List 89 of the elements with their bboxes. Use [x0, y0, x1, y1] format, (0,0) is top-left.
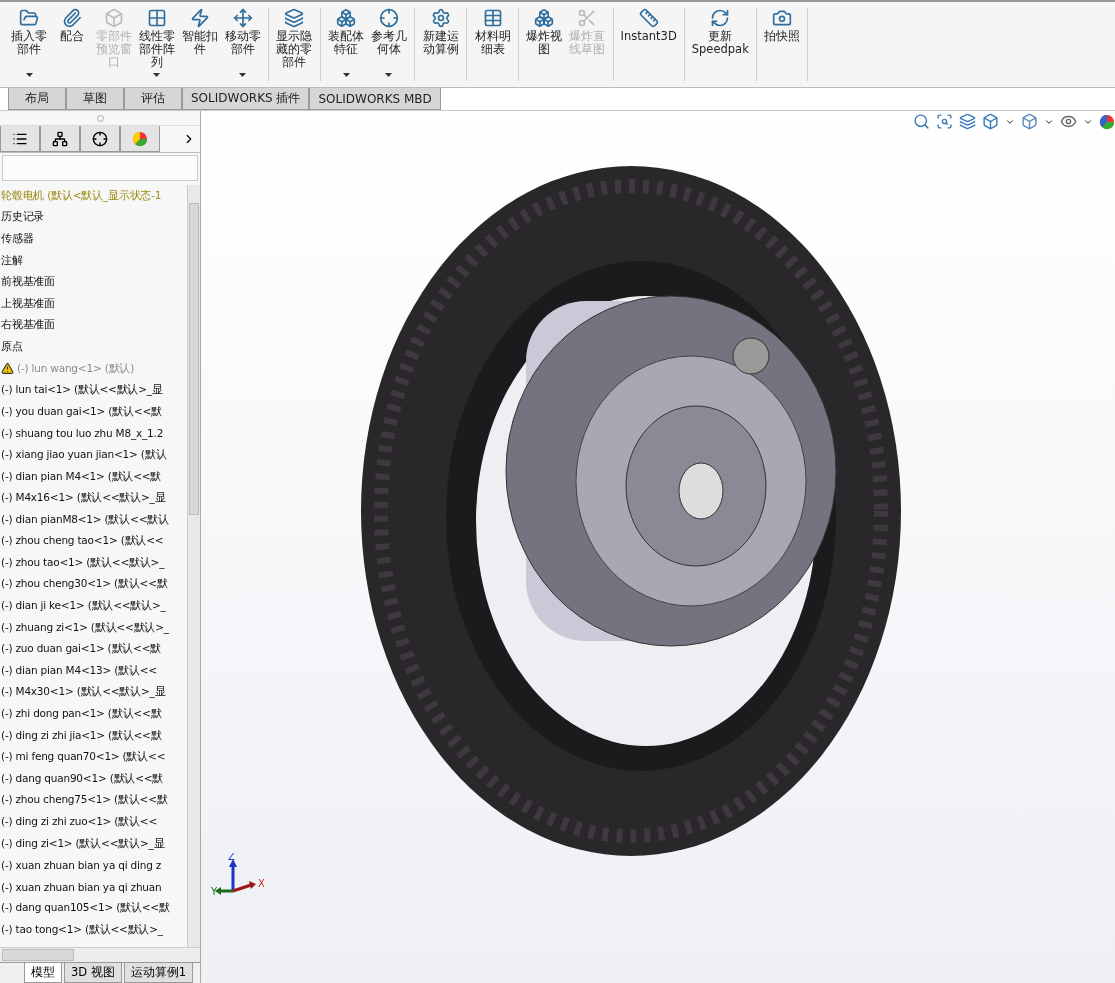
axis-triad: Z Y X [211, 853, 271, 903]
command-tab[interactable]: SOLIDWORKS 插件 [182, 88, 310, 110]
bolt-icon [189, 8, 210, 28]
refresh-icon [710, 8, 731, 28]
tree-item[interactable]: (-) zhou cheng tao<1> (默认<< [0, 530, 187, 553]
tree-item[interactable]: (-) M4x16<1> (默认<<默认>_显 [0, 487, 187, 509]
toolbar-button[interactable]: 显示隐藏的零部件 [274, 8, 315, 81]
toolbar-button[interactable]: 更新Speedpak [689, 8, 751, 81]
tree-item[interactable]: 右视基准面 [0, 314, 187, 337]
toolbar-button[interactable]: 配合 [51, 8, 92, 81]
tree-item[interactable]: (-) zhuang zi<1> (默认<<默认>_ [0, 616, 187, 639]
layers-icon [284, 8, 305, 28]
grid-icon [147, 8, 167, 28]
ruler-icon [638, 8, 659, 28]
tree-item[interactable]: (-) ding zi zhi zuo<1> (默认<< [0, 811, 187, 833]
tree-item[interactable]: (-) zhou cheng75<1> (默认<<默 [0, 789, 187, 812]
tree-item[interactable]: 传感器 [0, 228, 187, 250]
tree-item[interactable]: (-) shuang tou luo zhu M8_x_1.2 [0, 422, 187, 445]
command-tab[interactable]: 草图 [66, 88, 124, 110]
tree-icon [52, 130, 68, 147]
tree-item[interactable]: 注解 [0, 249, 187, 272]
warning-icon [1, 362, 14, 376]
layers-icon[interactable] [959, 113, 976, 130]
scrollbar[interactable] [0, 947, 200, 962]
toolbar-button[interactable]: 线性零部件阵列 [136, 8, 178, 81]
box-icon [104, 8, 125, 28]
tree-item[interactable]: (-) xuan zhuan bian ya qi zhuan [0, 876, 187, 898]
tree-item[interactable]: (-) xiang jiao yuan jian<1> (默认 [0, 444, 187, 466]
tree-item[interactable]: (-) dang quan105<1> (默认<<默 [0, 897, 187, 920]
tree-item[interactable]: (-) you duan gai<1> (默认<<默 [0, 400, 187, 423]
filter-field[interactable] [2, 155, 198, 181]
crosshair-icon [378, 8, 399, 28]
toolbar-button[interactable]: 拍快照 [761, 8, 802, 81]
bottom-tab[interactable]: 运动算例1 [123, 963, 194, 983]
panel-tab[interactable] [80, 126, 120, 152]
tree-item[interactable]: (-) zhou tao<1> (默认<<默认>_ [0, 552, 187, 574]
eye-icon[interactable] [1060, 113, 1077, 130]
zoom-area-icon[interactable] [936, 113, 953, 130]
tree-item[interactable]: 前视基准面 [0, 271, 187, 293]
tree-item[interactable]: 原点 [0, 336, 187, 358]
toolbar-button[interactable]: 插入零部件 [9, 8, 50, 81]
boxes-icon [336, 8, 357, 28]
command-tab[interactable]: 评估 [124, 88, 182, 110]
toolbar-button[interactable]: 新建运动算例 [420, 8, 462, 81]
panel-tab[interactable] [0, 126, 40, 152]
tree-item[interactable]: (-) zuo duan gai<1> (默认<<默 [0, 638, 187, 661]
tree-item[interactable]: 上视基准面 [0, 292, 187, 315]
crosshair-icon [92, 130, 108, 147]
color-wheel-icon[interactable] [1099, 113, 1115, 130]
boxes-icon [534, 8, 555, 28]
move-icon [232, 8, 253, 28]
graphics-viewport[interactable]: Z Y X [201, 111, 1115, 983]
command-tab[interactable]: 布局 [8, 88, 66, 110]
bottom-tab[interactable]: 模型 [24, 963, 62, 983]
toolbar-button[interactable]: 爆炸视图 [523, 8, 565, 81]
toolbar-button[interactable]: 智能扣件 [179, 8, 221, 81]
tree-item[interactable]: (-) dian pianM8<1> (默认<<默认 [0, 508, 187, 531]
cube-icon[interactable] [982, 113, 999, 130]
bottom-tab[interactable]: 3D 视图 [64, 963, 122, 983]
tree-item[interactable]: (-) mi feng quan70<1> (默认<< [0, 746, 187, 769]
toolbar-button[interactable]: 材料明细表 [472, 8, 513, 81]
tree-item[interactable]: (-) ding zi<1> (默认<<默认>_显 [0, 832, 187, 855]
tree-item[interactable]: (-) lun tai<1> (默认<<默认>_显 [0, 379, 187, 401]
folder-icon [19, 8, 40, 28]
toolbar-button[interactable]: 装配体特征 [325, 8, 367, 81]
tree-item[interactable]: (-) dian pian M4<1> (默认<<默 [0, 465, 187, 488]
command-tab[interactable]: SOLIDWORKS MBD [309, 88, 441, 110]
cube-icon[interactable] [1021, 113, 1038, 130]
tree-item[interactable]: (-) zhi dong pan<1> (默认<<默 [0, 703, 187, 725]
color-wheel-icon [132, 130, 148, 147]
tree-item[interactable]: (-) zhou cheng30<1> (默认<<默 [0, 573, 187, 596]
paperclip-icon [61, 8, 82, 28]
toolbar-button[interactable]: 移动零部件 [222, 8, 263, 81]
toolbar-button[interactable]: Instant3D [618, 8, 679, 81]
camera-icon [771, 8, 792, 28]
tree-item[interactable]: (-) dian ji ke<1> (默认<<默认>_ [0, 595, 187, 617]
tree-item[interactable]: 历史记录 [0, 206, 187, 229]
tree-item[interactable]: (-) ding zi zhi jia<1> (默认<<默 [0, 724, 187, 747]
table-icon [482, 8, 503, 28]
panel-tab[interactable] [40, 126, 80, 152]
tree-item[interactable]: (-) xuan zhuan bian ya qi ding z [0, 854, 187, 876]
tree-item[interactable]: (-) M4x30<1> (默认<<默认>_显 [0, 681, 187, 704]
tree-item[interactable]: (-) dang quan90<1> (默认<<默 [0, 768, 187, 790]
scrollbar[interactable] [187, 185, 200, 947]
toolbar-button[interactable]: 参考几何体 [368, 8, 410, 81]
tree-item[interactable]: (-) dian pian M4<13> (默认<< [0, 660, 187, 682]
tree-item[interactable]: (-) tao tong<1> (默认<<默认>_ [0, 919, 187, 941]
search-icon[interactable] [913, 113, 930, 130]
gear-icon [430, 8, 451, 28]
